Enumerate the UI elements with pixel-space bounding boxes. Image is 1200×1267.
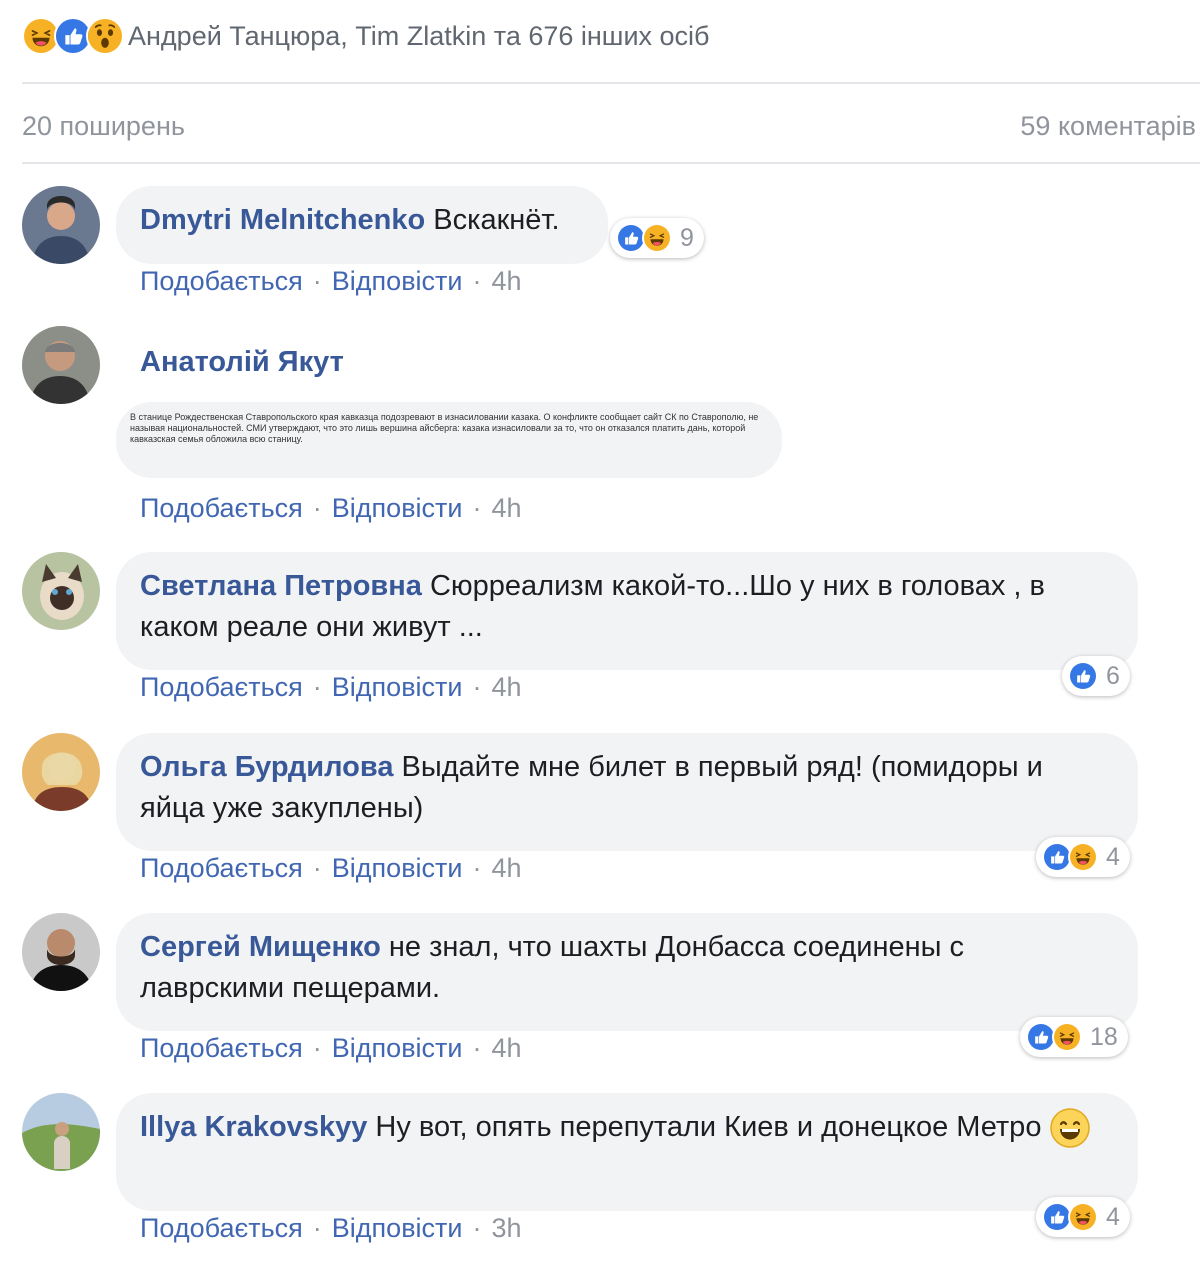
reaction-count[interactable]: 4	[1036, 1197, 1130, 1237]
comment-actions: Подобається · Відповісти · 4h	[140, 672, 522, 703]
comment-time[interactable]: 4h	[492, 1033, 522, 1064]
comment-bubble: Ольга Бурдилова Выдайте мне билет в перв…	[116, 733, 1138, 851]
avatar[interactable]	[22, 552, 100, 630]
reaction-icons[interactable]	[22, 17, 124, 55]
reaction-count[interactable]: 4	[1036, 837, 1130, 877]
comment-actions: Подобається · Відповісти · 4h	[140, 853, 522, 884]
reaction-count[interactable]: 18	[1020, 1017, 1128, 1057]
separator: ·	[472, 1033, 482, 1063]
comment-time[interactable]: 4h	[492, 672, 522, 703]
avatar[interactable]	[22, 326, 100, 404]
reaction-number: 4	[1106, 1202, 1120, 1231]
reaction-number: 9	[680, 223, 694, 252]
comment-actions: Подобається · Відповісти · 4h	[140, 1033, 522, 1064]
reply-link[interactable]: Відповісти	[332, 1213, 463, 1244]
comment-actions: Подобається · Відповісти · 4h	[140, 266, 522, 297]
avatar[interactable]	[22, 1093, 100, 1171]
separator: ·	[472, 1213, 482, 1243]
comment-text: Вскакнёт.	[433, 204, 560, 236]
like-icon	[1068, 661, 1098, 691]
separator: ·	[472, 266, 482, 296]
comment-text: Ну вот, опять перепутали Киев и донецкое…	[375, 1111, 1042, 1143]
separator: ·	[472, 493, 482, 523]
comment-bubble: Dmytri Melnitchenko Вскакнёт.	[116, 186, 608, 264]
reaction-number: 18	[1090, 1022, 1118, 1051]
like-link[interactable]: Подобається	[140, 1033, 303, 1064]
comment-author[interactable]: Сергей Мищенко	[140, 931, 381, 963]
reaction-count[interactable]: 9	[610, 218, 704, 258]
reply-link[interactable]: Відповісти	[332, 853, 463, 884]
comment-time[interactable]: 4h	[492, 266, 522, 297]
comment-bubble: Светлана Петровна Сюрреализм какой-то...…	[116, 552, 1138, 670]
comment-author[interactable]: Светлана Петровна	[140, 570, 422, 602]
comment-time[interactable]: 3h	[492, 1213, 522, 1244]
separator: ·	[472, 853, 482, 883]
like-link[interactable]: Подобається	[140, 1213, 303, 1244]
comment-author[interactable]: Illya Krakovskyy	[140, 1111, 367, 1143]
separator: ·	[312, 266, 322, 296]
reaction-number: 6	[1106, 661, 1120, 690]
like-link[interactable]: Подобається	[140, 493, 303, 524]
avatar[interactable]	[22, 186, 100, 264]
haha-icon	[1068, 1202, 1098, 1232]
shares-count[interactable]: 20 поширень	[22, 111, 185, 142]
separator: ·	[312, 672, 322, 702]
divider	[22, 162, 1200, 164]
avatar[interactable]	[22, 913, 100, 991]
comment-actions: Подобається · Відповісти · 4h	[140, 493, 522, 524]
haha-icon	[1052, 1022, 1082, 1052]
post-stats: 20 поширень 59 коментарів	[22, 104, 1200, 148]
wow-icon	[86, 17, 124, 55]
reactions-summary[interactable]: Андрей Танцюра, Tim Zlatkin та 676 інших…	[22, 14, 710, 58]
haha-icon	[642, 223, 672, 253]
comment-author[interactable]: Ольга Бурдилова	[140, 751, 393, 783]
like-link[interactable]: Подобається	[140, 672, 303, 703]
like-link[interactable]: Подобається	[140, 266, 303, 297]
comment-actions: Подобається · Відповісти · 3h	[140, 1213, 522, 1244]
reaction-number: 4	[1106, 842, 1120, 871]
separator: ·	[312, 1033, 322, 1063]
reply-link[interactable]: Відповісти	[332, 493, 463, 524]
comment-author[interactable]: Dmytri Melnitchenko	[140, 204, 425, 236]
reply-link[interactable]: Відповісти	[332, 1033, 463, 1064]
avatar[interactable]	[22, 733, 100, 811]
comment-bubble: Illya Krakovskyy Ну вот, опять перепутал…	[116, 1093, 1138, 1211]
like-link[interactable]: Подобається	[140, 853, 303, 884]
smile-emoji-icon	[1050, 1108, 1090, 1148]
reaction-count[interactable]: 6	[1062, 656, 1130, 696]
divider	[22, 82, 1200, 84]
reply-link[interactable]: Відповісти	[332, 672, 463, 703]
comment-time[interactable]: 4h	[492, 853, 522, 884]
separator: ·	[312, 1213, 322, 1243]
comment-bubble: Сергей Мищенко не знал, что шахты Донбас…	[116, 913, 1138, 1031]
separator: ·	[312, 493, 322, 523]
separator: ·	[312, 853, 322, 883]
separator: ·	[472, 672, 482, 702]
comment-image[interactable]: В станице Рождественская Ставропольского…	[116, 402, 782, 478]
reply-link[interactable]: Відповісти	[332, 266, 463, 297]
comments-count[interactable]: 59 коментарів	[1020, 111, 1196, 142]
comment-author[interactable]: Анатолій Якут	[140, 346, 344, 379]
comment-time[interactable]: 4h	[492, 493, 522, 524]
haha-icon	[1068, 842, 1098, 872]
reactions-names[interactable]: Андрей Танцюра, Tim Zlatkin та 676 інших…	[128, 21, 710, 52]
